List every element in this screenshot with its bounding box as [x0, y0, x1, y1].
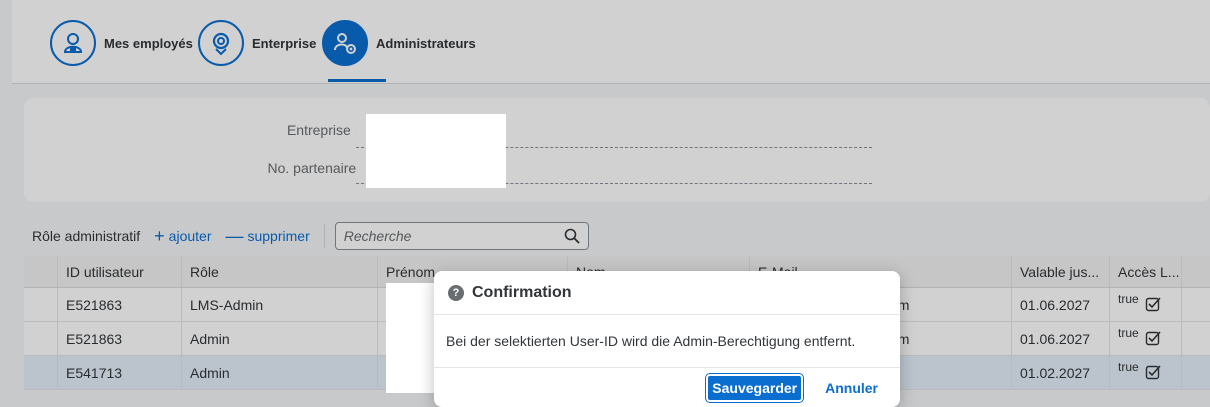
redacted-block: [366, 114, 506, 188]
confirmation-dialog: ? Confirmation Bei der selektierten User…: [434, 271, 900, 407]
redacted-block: [386, 283, 434, 393]
question-icon: ?: [448, 284, 464, 301]
save-button[interactable]: Sauvegarder: [705, 372, 805, 403]
dialog-header: ? Confirmation: [434, 271, 900, 315]
dialog-title: Confirmation: [472, 283, 572, 301]
cancel-button[interactable]: Annuler: [817, 376, 886, 400]
dialog-message: Bei der selektierten User-ID wird die Ad…: [446, 333, 856, 349]
dialog-footer: Sauvegarder Annuler: [434, 367, 900, 407]
